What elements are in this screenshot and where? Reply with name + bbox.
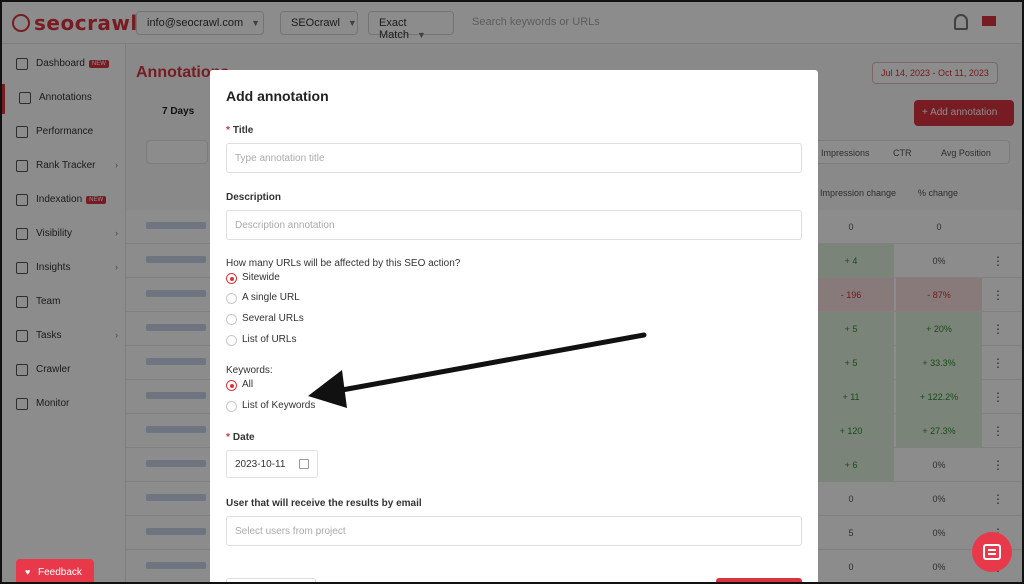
chat-button[interactable] bbox=[972, 532, 1012, 572]
arrow-shaft bbox=[339, 332, 647, 393]
feedback-button[interactable]: ♥ Feedback bbox=[16, 559, 94, 582]
heart-icon: ♥ bbox=[25, 567, 31, 577]
screenshot-frame: seocrawl info@seocrawl.com ▼ SEOcrawl ▼ Ex… bbox=[0, 0, 1024, 584]
arrow-head bbox=[308, 370, 347, 408]
annotation-arrow bbox=[308, 332, 647, 408]
chat-icon bbox=[983, 544, 1001, 560]
